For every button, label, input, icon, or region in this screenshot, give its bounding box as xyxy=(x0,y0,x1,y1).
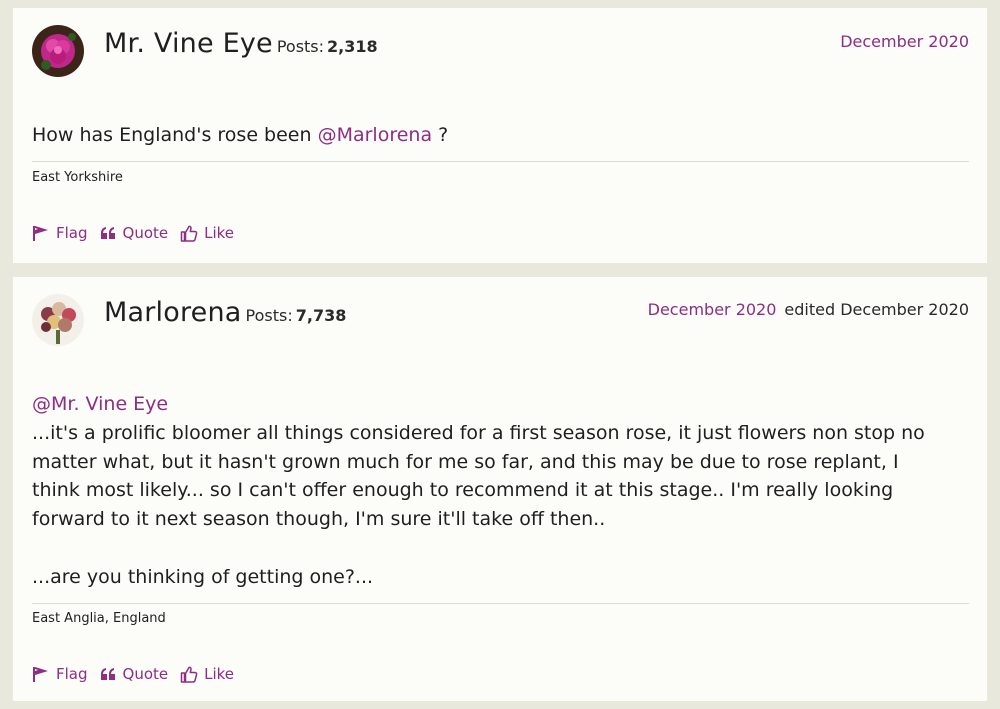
pink-flower-avatar-icon xyxy=(32,25,84,77)
posts-count: 2,318 xyxy=(327,37,378,56)
thumbs-up-icon xyxy=(180,666,198,683)
body-line: ...it's a prolific bloomer all things co… xyxy=(32,421,925,444)
mention-link[interactable]: @Marlorena xyxy=(318,124,433,146)
post-actions: Flag Quote Like xyxy=(32,665,246,683)
flag-button[interactable]: Flag xyxy=(32,224,88,242)
rose-bouquet-avatar-icon xyxy=(32,294,84,346)
user-avatar[interactable] xyxy=(32,294,84,346)
posts-count: 7,738 xyxy=(295,306,347,325)
author-name[interactable]: Marlorena xyxy=(104,297,242,328)
comment-post: Mr. Vine Eye Posts: 2,318 December 2020 Ho… xyxy=(13,8,987,263)
author-info: Marlorena Posts: 7,738 xyxy=(104,297,346,328)
like-button[interactable]: Like xyxy=(180,665,234,683)
author-info: Mr. Vine Eye Posts: 2,318 xyxy=(104,28,378,59)
body-text-suffix: ? xyxy=(432,124,449,146)
user-avatar[interactable] xyxy=(32,25,84,77)
post-date: December 2020 xyxy=(840,32,969,51)
post-date-link[interactable]: December 2020 xyxy=(840,32,969,51)
like-label: Like xyxy=(204,665,235,683)
like-button[interactable]: Like xyxy=(180,224,234,242)
quote-button[interactable]: Quote xyxy=(100,665,169,683)
body-line: matter what, but it hasn't grown much fo… xyxy=(32,450,899,473)
flag-label: Flag xyxy=(56,665,88,683)
user-location: East Yorkshire xyxy=(32,170,123,185)
body-line: think most likely... so I can't offer en… xyxy=(32,479,894,502)
flag-icon xyxy=(33,226,48,241)
post-date: December 2020 edited December 2020 xyxy=(648,300,969,319)
post-body: @Mr. Vine Eye ...it's a prolific bloomer… xyxy=(32,390,957,592)
body-line: forward to it next season though, I'm su… xyxy=(32,508,606,531)
posts-label: Posts: xyxy=(276,37,325,56)
quote-label: Quote xyxy=(122,665,169,683)
post-body: How has England's rose been @Marlorena ? xyxy=(32,121,957,150)
like-label: Like xyxy=(204,224,235,242)
body-text-prefix: How has England's rose been xyxy=(32,124,318,146)
flag-icon xyxy=(33,667,48,682)
thumbs-up-icon xyxy=(180,225,198,242)
divider xyxy=(32,603,969,604)
flag-label: Flag xyxy=(56,224,88,242)
edited-label: edited December 2020 xyxy=(784,300,969,319)
quote-icon xyxy=(100,668,115,680)
quote-label: Quote xyxy=(122,224,169,242)
mention-link[interactable]: @Mr. Vine Eye xyxy=(32,390,957,419)
comment-post: Marlorena Posts: 7,738 December 2020 edited… xyxy=(13,277,987,701)
quote-button[interactable]: Quote xyxy=(100,224,169,242)
posts-label: Posts: xyxy=(245,306,293,325)
post-date-link[interactable]: December 2020 xyxy=(648,300,777,319)
quote-icon xyxy=(100,227,115,239)
divider xyxy=(32,161,969,162)
author-name[interactable]: Mr. Vine Eye xyxy=(104,28,273,59)
flag-button[interactable]: Flag xyxy=(32,665,88,683)
post-actions: Flag Quote Like xyxy=(32,224,246,242)
body-line: ...are you thinking of getting one?... xyxy=(32,565,374,588)
user-location: East Anglia, England xyxy=(32,611,166,626)
